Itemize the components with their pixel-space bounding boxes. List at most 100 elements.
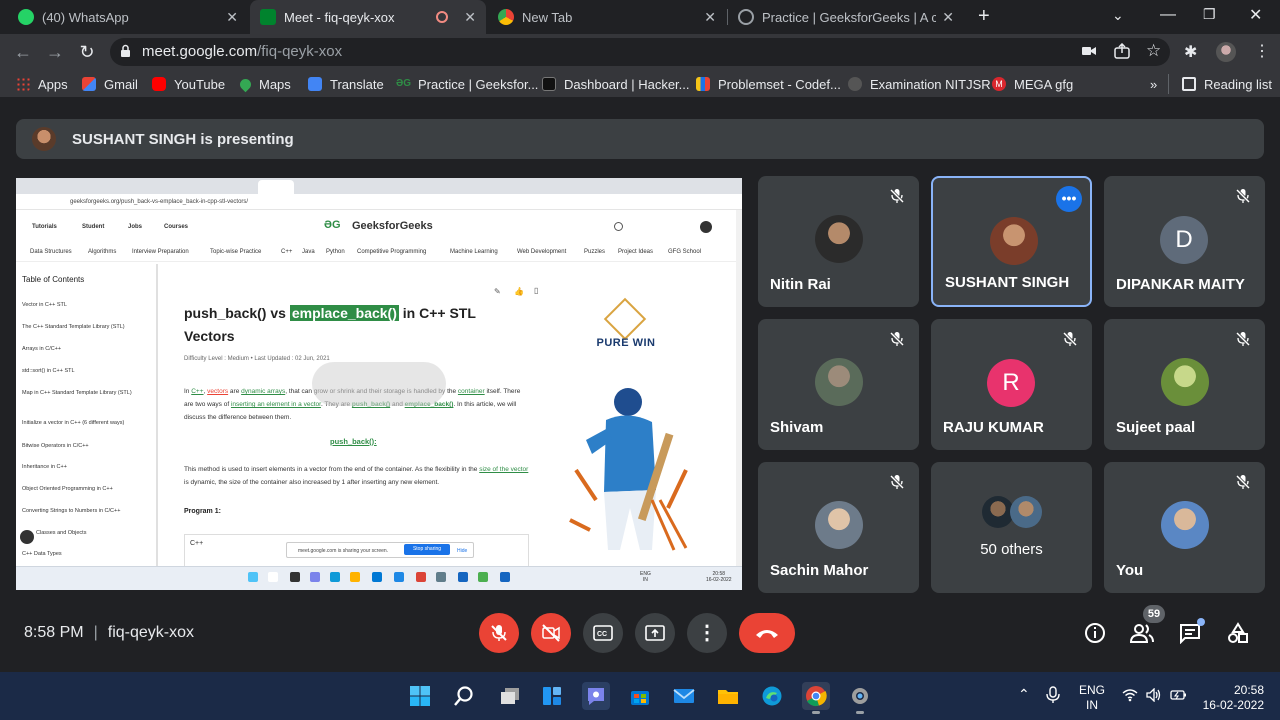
more-options-button[interactable]: ⋮ — [687, 613, 727, 653]
forward-icon[interactable]: → — [44, 41, 66, 63]
participant-tile[interactable]: Shivam — [758, 319, 919, 450]
close-icon[interactable]: ✕ — [704, 9, 716, 26]
toc-item: Arrays in C/C++ — [22, 346, 62, 352]
participant-tile[interactable]: Sujeet paal — [1104, 319, 1265, 450]
shared-taskbar-app-icon — [478, 572, 488, 582]
language-indicator[interactable]: ENG IN — [1076, 683, 1108, 713]
bookmark-gmail[interactable]: Gmail — [82, 76, 138, 92]
tab-new-tab[interactable]: New Tab ✕ — [488, 0, 726, 34]
bookmark-youtube[interactable]: YouTube — [152, 76, 225, 92]
people-button[interactable] — [1129, 620, 1155, 646]
codeforces-icon — [696, 77, 710, 91]
participant-tile[interactable]: 50 others — [931, 462, 1092, 593]
bookmark-codeforces[interactable]: Problemset - Codef... — [696, 76, 841, 92]
bookmark-apps[interactable]: Apps — [16, 76, 68, 92]
shared-active-tab — [258, 180, 294, 194]
task-view-button[interactable] — [496, 682, 524, 710]
close-icon[interactable]: ✕ — [226, 9, 238, 26]
lock-icon[interactable] — [120, 44, 131, 58]
tab-whatsapp[interactable]: (40) WhatsApp ✕ — [8, 0, 248, 34]
avatar — [990, 217, 1038, 265]
mic-off-icon — [889, 188, 905, 204]
gfg-category-item: Machine Learning — [450, 249, 498, 255]
present-button[interactable] — [635, 613, 675, 653]
article-title-pre: push_back() vs — [184, 305, 290, 321]
camera-button[interactable] — [531, 613, 571, 653]
tab-meet[interactable]: Meet - fiq-qeyk-xox ✕ — [250, 0, 486, 34]
participant-tile[interactable]: D DIPANKAR MAITY — [1104, 176, 1265, 307]
widgets-icon — [543, 687, 561, 705]
chat-button[interactable] — [1177, 618, 1205, 646]
widgets-button[interactable] — [538, 682, 566, 710]
taskbar-search-button[interactable] — [450, 682, 478, 710]
camera-in-use-icon[interactable] — [1082, 44, 1096, 62]
microphone-button[interactable] — [479, 613, 519, 653]
apps-grid-icon — [16, 77, 30, 91]
microsoft-store-button[interactable] — [626, 682, 654, 710]
participant-tile[interactable]: Sachin Mahor — [758, 462, 919, 593]
shared-taskbar-app-icon — [394, 572, 404, 582]
window-close-button[interactable]: ✕ — [1249, 5, 1262, 25]
microphone-tray-icon[interactable] — [1046, 686, 1060, 709]
bookmark-practice-gfg[interactable]: ƏG Practice | Geeksfor... — [396, 76, 538, 92]
close-icon[interactable]: ✕ — [464, 9, 476, 26]
meeting-details-button[interactable] — [1082, 620, 1108, 646]
mic-off-icon — [1062, 331, 1078, 347]
avatar: D — [1160, 216, 1208, 264]
shared-taskbar-app-icon — [290, 572, 300, 582]
separator: | — [93, 624, 98, 641]
share-icon[interactable] — [1114, 42, 1130, 64]
meeting-time: 8:58 PM — [24, 624, 84, 641]
text: are — [228, 388, 242, 395]
bookmark-star-icon[interactable]: ☆ — [1146, 41, 1161, 61]
show-hidden-icons-button[interactable]: ⌃ — [1018, 686, 1030, 703]
back-icon[interactable]: ← — [12, 41, 34, 63]
end-call-button[interactable] — [739, 613, 795, 653]
nitjsr-icon — [848, 77, 862, 91]
tab-practice-gfg[interactable]: Practice | GeeksforGeeks | A com ✕ — [728, 0, 964, 34]
chrome-icon — [498, 9, 514, 25]
avatar — [1161, 358, 1209, 406]
bookmark-translate[interactable]: Translate — [308, 76, 384, 92]
chrome-button[interactable] — [802, 682, 830, 714]
edge-button[interactable] — [758, 682, 786, 710]
system-clock[interactable]: 20:58 16-02-2022 — [1198, 683, 1264, 713]
wifi-icon[interactable] — [1122, 688, 1138, 707]
url-path: /fiq-qeyk-xox — [257, 43, 343, 60]
participant-tile[interactable]: R RAJU KUMAR — [931, 319, 1092, 450]
mail-button[interactable] — [670, 682, 698, 710]
bookmarks-divider — [1168, 74, 1169, 94]
profile-avatar[interactable] — [1216, 42, 1236, 62]
close-icon[interactable]: ✕ — [942, 9, 954, 26]
minimize-button[interactable]: — — [1160, 6, 1176, 24]
teams-chat-button[interactable] — [582, 682, 610, 710]
battery-icon[interactable] — [1170, 688, 1188, 707]
participant-tile[interactable]: You — [1104, 462, 1265, 593]
chrome-menu-icon[interactable]: ⋮ — [1254, 41, 1270, 61]
volume-icon[interactable] — [1146, 687, 1162, 707]
tab-search-icon[interactable]: ⌄ — [1112, 7, 1124, 24]
new-tab-button[interactable]: + — [978, 5, 990, 28]
participant-tile[interactable]: Nitin Rai — [758, 176, 919, 307]
restore-button[interactable]: ❐ — [1203, 6, 1216, 23]
file-explorer-button[interactable] — [714, 682, 742, 710]
more-options-button[interactable]: ••• — [1056, 186, 1082, 212]
bookmark-mega-gfg[interactable]: M MEGA gfg — [992, 76, 1073, 92]
participant-tile[interactable]: SUSHANT SINGH ••• — [931, 176, 1092, 307]
bookmark-examination-nitjsr[interactable]: Examination NITJSR — [848, 76, 991, 92]
captions-button[interactable]: CC — [583, 613, 623, 653]
participant-name: SUSHANT SINGH — [945, 274, 1070, 291]
participant-name: 50 others — [980, 541, 1043, 558]
bookmark-maps[interactable]: Maps — [237, 76, 291, 92]
start-button[interactable] — [406, 682, 434, 710]
more-bookmarks-button[interactable]: » — [1150, 76, 1157, 92]
settings-button[interactable] — [846, 682, 874, 714]
reload-icon[interactable]: ↻ — [76, 41, 98, 63]
reading-list-button[interactable]: Reading list — [1182, 76, 1272, 92]
link-dynamic-arrays: dynamic arrays — [241, 388, 286, 395]
activities-button[interactable] — [1225, 620, 1251, 646]
extensions-icon[interactable]: ✱ — [1184, 42, 1197, 62]
clock-date: 16-02-2022 — [1202, 698, 1264, 712]
bookmark-label: Problemset - Codef... — [718, 76, 841, 92]
bookmark-dashboard-hackerrank[interactable]: Dashboard | Hacker... — [542, 76, 690, 92]
